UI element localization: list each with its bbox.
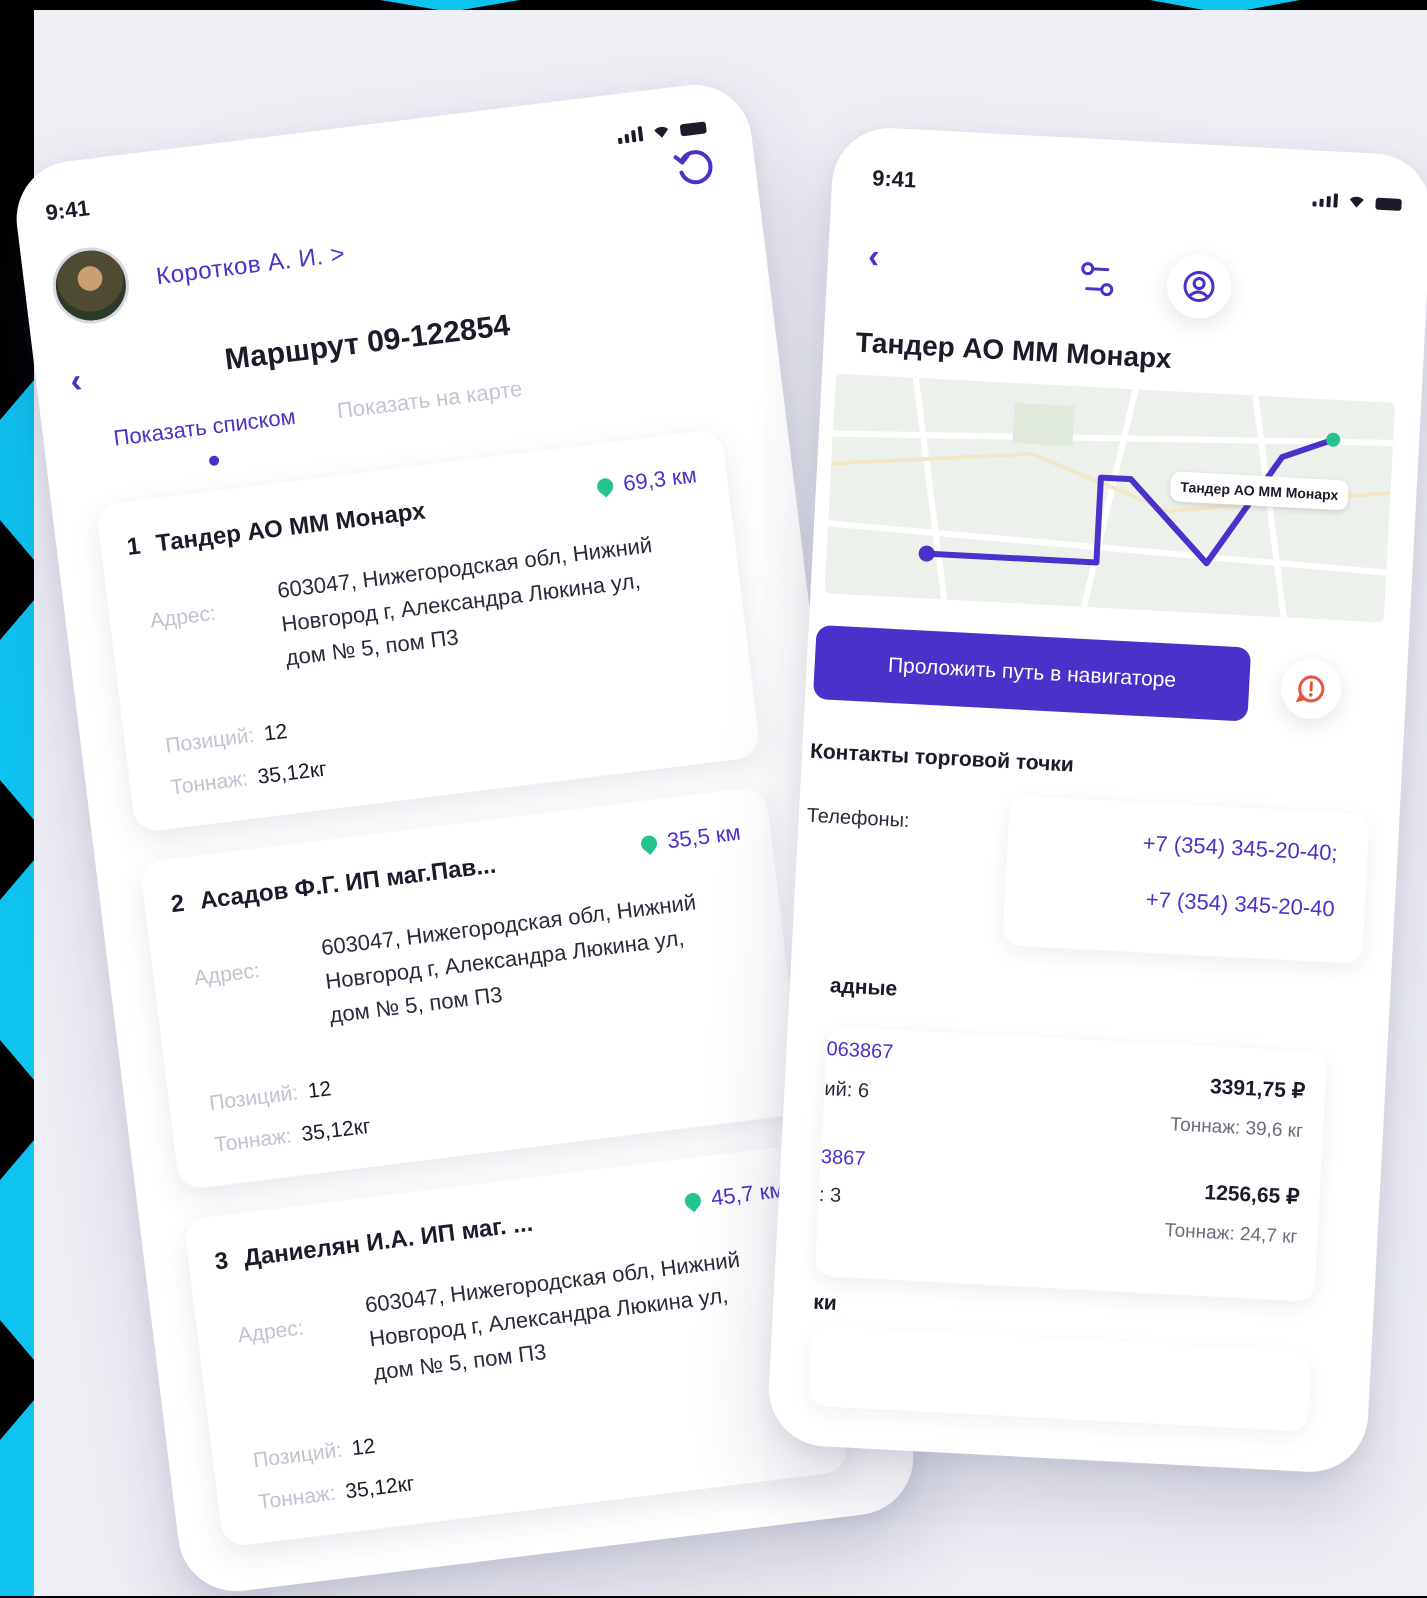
location-pin-icon	[594, 475, 617, 498]
invoice-count: ий: 6	[823, 1077, 870, 1103]
battery-icon	[679, 121, 707, 137]
avatar[interactable]	[48, 243, 134, 328]
positions-value: 12	[306, 1077, 333, 1103]
phone-link[interactable]: +7 (354) 345-20-40;	[1142, 830, 1338, 866]
tonnage-row: Тоннаж: 35,12кг	[257, 1472, 416, 1515]
stop-title: 2 Асадов Ф.Г. ИП маг.Пав...	[169, 852, 497, 920]
address-text: 603047, Нижегородская обл, Нижний Новгор…	[319, 889, 698, 1028]
view-tabs: Показать списком Показать на карте	[112, 376, 523, 452]
stop-distance: 35,5 км	[638, 819, 742, 857]
wifi-icon	[654, 126, 669, 138]
status-time: 9:41	[871, 165, 917, 193]
route-stop-card[interactable]: 1 Тандер АО ММ Монарх 69,3 км Адрес: 603…	[95, 428, 762, 834]
report-button[interactable]	[1279, 657, 1343, 721]
tonnage-row: Тоннаж: 35,12кг	[213, 1115, 372, 1158]
route-swap-icon[interactable]	[1076, 258, 1118, 300]
tonnage-value: 35,12кг	[300, 1114, 372, 1147]
signal-icon	[1312, 192, 1339, 208]
tonnage-label: Тоннаж:	[257, 1481, 337, 1515]
invoice-tonnage: Тоннаж: 24,7 кг	[1163, 1219, 1298, 1248]
user-name-link[interactable]: Коротков А. И. >	[155, 240, 347, 291]
user-icon	[1183, 270, 1215, 302]
distance-value: 69,3 км	[621, 462, 698, 496]
back-button[interactable]: ‹	[68, 361, 84, 401]
status-time: 9:41	[44, 195, 91, 226]
invoices-box: 063867 ий: 6 3391,75 ₽ Тоннаж: 39,6 кг 3…	[814, 1026, 1328, 1302]
tab-list[interactable]: Показать списком	[112, 404, 297, 452]
phones-label: Телефоны:	[806, 804, 911, 833]
location-pin-icon	[638, 832, 661, 855]
stop-name: Тандер АО ММ Монарх	[154, 497, 427, 558]
positions-label: Позиций:	[164, 724, 256, 758]
stop-name: Даниелян И.А. ИП маг. ...	[242, 1209, 535, 1272]
route-map[interactable]: Тандер АО ММ Монарх	[824, 373, 1396, 623]
tonnage-value: 35,12кг	[256, 757, 328, 789]
phones-box: +7 (354) 345-20-40; +7 (354) 345-20-40	[1002, 795, 1370, 964]
tonnage-label: Тоннаж:	[213, 1124, 294, 1157]
shop-title: Тандер АО ММ Монарх	[854, 326, 1173, 375]
distance-value: 45,7 км	[709, 1176, 786, 1211]
invoice-amount: 3391,75 ₽	[1209, 1075, 1306, 1104]
address-label: Адрес:	[148, 601, 218, 633]
address-text: 603047, Нижегородская обл, Нижний Новгор…	[275, 532, 654, 671]
stop-distance: 69,3 км	[594, 462, 698, 500]
positions-row: Позиций: 12	[208, 1077, 333, 1116]
positions-row: Позиций: 12	[252, 1435, 377, 1474]
phone-shop-detail: 9:41 ‹ Тандер АО ММ Монарх Тандер АО ММ …	[765, 125, 1427, 1475]
route-stop-card[interactable]: 2 Асадов Ф.Г. ИП маг.Пав... 35,5 км Адре…	[139, 786, 806, 1191]
status-icons	[1312, 190, 1402, 211]
invoice-count: : 3	[818, 1183, 842, 1207]
address-text: 603047, Нижегородская обл, Нижний Новгор…	[363, 1246, 742, 1386]
stop-name: Асадов Ф.Г. ИП маг.Пав...	[198, 851, 498, 915]
invoice-tonnage: Тоннаж: 39,6 кг	[1169, 1114, 1304, 1143]
section-heading: ки	[812, 1290, 838, 1315]
status-icons	[617, 117, 707, 145]
invoices-heading: адные	[829, 974, 898, 1001]
tonnage-value: 35,12кг	[344, 1472, 416, 1504]
invoice-link[interactable]: 063867	[826, 1038, 894, 1064]
positions-row: Позиций: 12	[164, 720, 289, 759]
route-stop-card[interactable]: 3 Даниелян И.А. ИП маг. ... 45,7 км Адре…	[183, 1143, 849, 1548]
tab-map[interactable]: Показать на карте	[336, 376, 524, 425]
bottom-box	[807, 1325, 1312, 1432]
distance-value: 35,5 км	[665, 819, 742, 854]
contacts-heading: Контакты торговой точки	[809, 739, 1075, 777]
stop-index: 1	[125, 532, 142, 561]
tonnage-label: Тоннаж:	[169, 767, 250, 800]
address-label: Адрес:	[236, 1316, 305, 1348]
header-actions	[1076, 248, 1233, 321]
refresh-icon[interactable]	[671, 145, 718, 192]
stop-index: 3	[213, 1247, 230, 1276]
back-button[interactable]: ‹	[867, 237, 880, 277]
invoice-link[interactable]: 3867	[820, 1146, 866, 1171]
invoice-amount: 1256,65 ₽	[1203, 1181, 1301, 1209]
profile-button[interactable]	[1165, 252, 1233, 321]
navigate-button[interactable]: Проложить путь в навигаторе	[812, 624, 1252, 722]
positions-value: 12	[262, 719, 289, 746]
signal-icon	[617, 126, 644, 145]
user-row[interactable]: Коротков А. И. >	[48, 217, 350, 328]
address-label: Адрес:	[192, 959, 261, 990]
stop-index: 2	[169, 889, 186, 919]
alert-chat-icon	[1295, 675, 1325, 703]
stop-title: 3 Даниелян И.А. ИП маг. ...	[213, 1210, 534, 1277]
location-pin-icon	[682, 1189, 705, 1213]
route-title: Маршрут 09-122854	[222, 308, 512, 377]
positions-label: Позиций:	[208, 1081, 300, 1116]
battery-icon	[1375, 197, 1402, 211]
tonnage-row: Тоннаж: 35,12кг	[169, 757, 328, 800]
stop-distance: 45,7 км	[682, 1176, 786, 1215]
positions-label: Позиций:	[251, 1438, 344, 1473]
phone-link[interactable]: +7 (354) 345-20-40	[1145, 887, 1335, 923]
wifi-icon	[1349, 196, 1364, 208]
stop-title: 1 Тандер АО ММ Монарх	[125, 498, 427, 562]
positions-value: 12	[350, 1434, 377, 1461]
